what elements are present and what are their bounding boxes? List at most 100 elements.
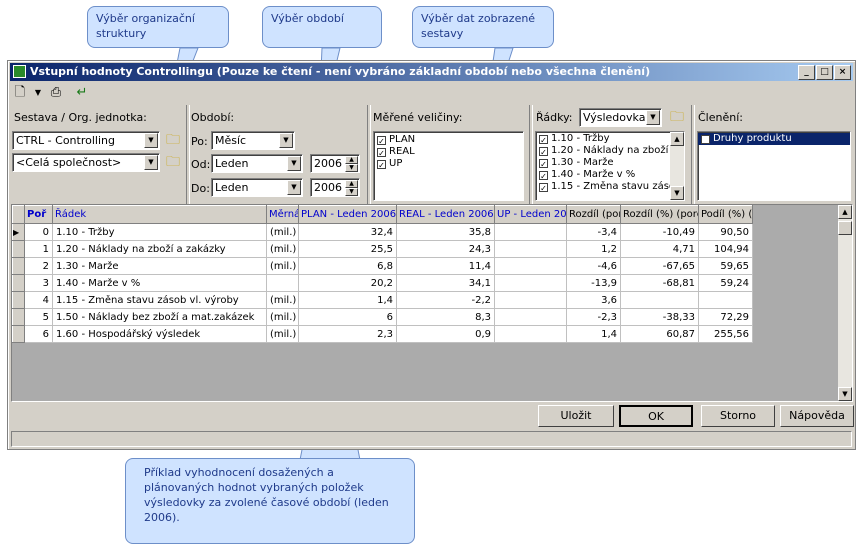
row-indicator[interactable]	[12, 274, 25, 292]
from-year-stepper[interactable]: 2006 ▲ ▼	[310, 154, 360, 173]
data-grid[interactable]: Poř Řádek Měrná PLAN - Leden 2006 REAL -…	[11, 204, 853, 402]
table-cell[interactable]: 59,65	[698, 257, 753, 275]
table-cell[interactable]: 4	[24, 291, 53, 309]
row-indicator[interactable]	[12, 240, 25, 258]
list-item[interactable]: ✓ 1.10 - Tržby	[536, 133, 684, 145]
table-cell[interactable]: -3,4	[566, 223, 621, 241]
scroll-down-icon[interactable]: ▼	[838, 387, 852, 401]
table-cell[interactable]: 1,4	[566, 325, 621, 343]
table-cell[interactable]: 1	[24, 240, 53, 258]
table-cell[interactable]	[494, 325, 567, 343]
checkbox-checked-icon[interactable]: ✓	[377, 147, 386, 158]
table-cell[interactable]	[494, 240, 567, 258]
list-item[interactable]: ✓ PLAN	[374, 134, 523, 146]
column-header[interactable]: REAL - Leden 2006	[396, 205, 495, 224]
checkbox-checked-icon[interactable]: ✓	[377, 159, 386, 170]
chevron-down-icon[interactable]: ▼	[287, 156, 301, 171]
table-cell[interactable]: 90,50	[698, 223, 753, 241]
save-button[interactable]: Uložit	[538, 405, 614, 427]
scroll-up-icon[interactable]: ▲	[670, 132, 684, 146]
table-cell[interactable]: (mil.)	[266, 325, 299, 343]
current-row-pointer-icon[interactable]: ▶	[12, 223, 25, 241]
table-cell[interactable]: 1.10 - Tržby	[52, 223, 267, 241]
table-cell[interactable]: 32,4	[298, 223, 397, 241]
return-arrow-icon[interactable]: ↵	[74, 85, 90, 101]
period-type-select[interactable]: Měsíc ▼	[211, 131, 295, 150]
table-cell[interactable]: 1.15 - Změna stavu zásob vl. výroby	[52, 291, 267, 309]
table-cell[interactable]: 8,3	[396, 308, 495, 326]
table-cell[interactable]: -4,6	[566, 257, 621, 275]
table-cell[interactable]: 4,71	[620, 240, 699, 258]
column-header[interactable]: Řádek	[52, 205, 267, 224]
table-cell[interactable]: 3,6	[566, 291, 621, 309]
sestava-select[interactable]: CTRL - Controlling ▼	[12, 131, 160, 150]
column-header[interactable]: UP - Leden 20	[494, 205, 567, 224]
table-cell[interactable]: (mil.)	[266, 223, 299, 241]
list-item[interactable]: ✓ REAL	[374, 146, 523, 158]
list-item[interactable]: ✓ 1.20 - Náklady na zboží	[536, 145, 684, 157]
checkbox-checked-icon[interactable]: ✓	[539, 146, 548, 157]
table-cell[interactable]	[494, 274, 567, 292]
checkbox-checked-icon[interactable]: ✓	[539, 182, 548, 193]
table-cell[interactable]: 1,2	[566, 240, 621, 258]
minimize-button[interactable]: _	[798, 65, 815, 80]
to-year-stepper[interactable]: 2006 ▲ ▼	[310, 178, 360, 197]
org-unit-select[interactable]: <Celá společnost> ▼	[12, 153, 160, 172]
column-header[interactable]: Měrná	[266, 205, 299, 224]
table-cell[interactable]	[494, 257, 567, 275]
chevron-down-icon[interactable]: ▼	[144, 155, 158, 170]
table-row[interactable]: ▶ 0 1.10 - Tržby (mil.) 32,4 35,8 -3,4 -10,49 90…	[12, 223, 753, 241]
table-row[interactable]: 6 1.60 - Hospodářský výsledek (mil.) 2,3 0,9…	[12, 325, 753, 343]
table-cell[interactable]: 25,5	[298, 240, 397, 258]
table-cell[interactable]: -67,65	[620, 257, 699, 275]
table-cell[interactable]: -10,49	[620, 223, 699, 241]
table-cell[interactable]: 3	[24, 274, 53, 292]
table-cell[interactable]: -68,81	[620, 274, 699, 292]
table-cell[interactable]: 0,9	[396, 325, 495, 343]
column-header[interactable]: Podíl (%) (r	[698, 205, 753, 224]
table-row[interactable]: 2 1.30 - Marže (mil.) 6,8 11,4 -4,6 -67,65 59,6…	[12, 257, 753, 275]
table-row[interactable]: 4 1.15 - Změna stavu zásob vl. výroby (mil…	[12, 291, 753, 309]
list-item[interactable]: ✓ UP	[374, 158, 523, 170]
from-month-select[interactable]: Leden ▼	[211, 154, 303, 173]
table-cell[interactable]	[266, 274, 299, 292]
table-row[interactable]: 3 1.40 - Marže v % 20,2 34,1 -13,9 -68,81 59,2…	[12, 274, 753, 292]
table-cell[interactable]: -38,33	[620, 308, 699, 326]
row-indicator[interactable]	[12, 257, 25, 275]
spin-up-icon[interactable]: ▲	[345, 156, 358, 164]
spin-down-icon[interactable]: ▼	[345, 188, 358, 196]
table-cell[interactable]: (mil.)	[266, 308, 299, 326]
table-cell[interactable]: 104,94	[698, 240, 753, 258]
column-header[interactable]: Rozdíl (%) (porc	[620, 205, 699, 224]
table-cell[interactable]: (mil.)	[266, 240, 299, 258]
to-month-select[interactable]: Leden ▼	[211, 178, 303, 197]
table-cell[interactable]: (mil.)	[266, 291, 299, 309]
grid-scrollbar[interactable]: ▲ ▼	[838, 205, 852, 401]
table-cell[interactable]: 1.30 - Marže	[52, 257, 267, 275]
ok-button[interactable]: OK	[619, 405, 693, 427]
table-cell[interactable]: 255,56	[698, 325, 753, 343]
folder-icon[interactable]: 🗀	[667, 108, 687, 126]
cancel-button[interactable]: Storno	[701, 405, 775, 427]
table-cell[interactable]	[698, 291, 753, 309]
table-cell[interactable]: 1.50 - Náklady bez zboží a mat.zakázek	[52, 308, 267, 326]
chevron-down-icon[interactable]: ▼	[279, 133, 293, 148]
help-button[interactable]: Nápověda	[780, 405, 854, 427]
list-item[interactable]: ✓ 1.15 - Změna stavu zásob	[536, 181, 684, 193]
table-cell[interactable]: 6	[298, 308, 397, 326]
table-cell[interactable]	[620, 291, 699, 309]
table-cell[interactable]: 1.60 - Hospodářský výsledek	[52, 325, 267, 343]
list-item[interactable]: ✓ 1.40 - Marže v %	[536, 169, 684, 181]
table-row[interactable]: 5 1.50 - Náklady bez zboží a mat.zakázek(…	[12, 308, 753, 326]
column-header[interactable]: PLAN - Leden 2006	[298, 205, 397, 224]
scroll-up-icon[interactable]: ▲	[838, 205, 852, 219]
table-cell[interactable]: (mil.)	[266, 257, 299, 275]
list-item[interactable]: ✓ 1.30 - Marže	[536, 157, 684, 169]
folder-icon[interactable]: 🗀	[163, 153, 183, 171]
table-cell[interactable]: -2,3	[566, 308, 621, 326]
printer-icon[interactable]: ⎙	[48, 85, 64, 101]
chevron-down-icon[interactable]: ▼	[287, 180, 301, 195]
maximize-button[interactable]: □	[816, 65, 833, 80]
table-cell[interactable]: 11,4	[396, 257, 495, 275]
close-button[interactable]: ×	[834, 65, 851, 80]
